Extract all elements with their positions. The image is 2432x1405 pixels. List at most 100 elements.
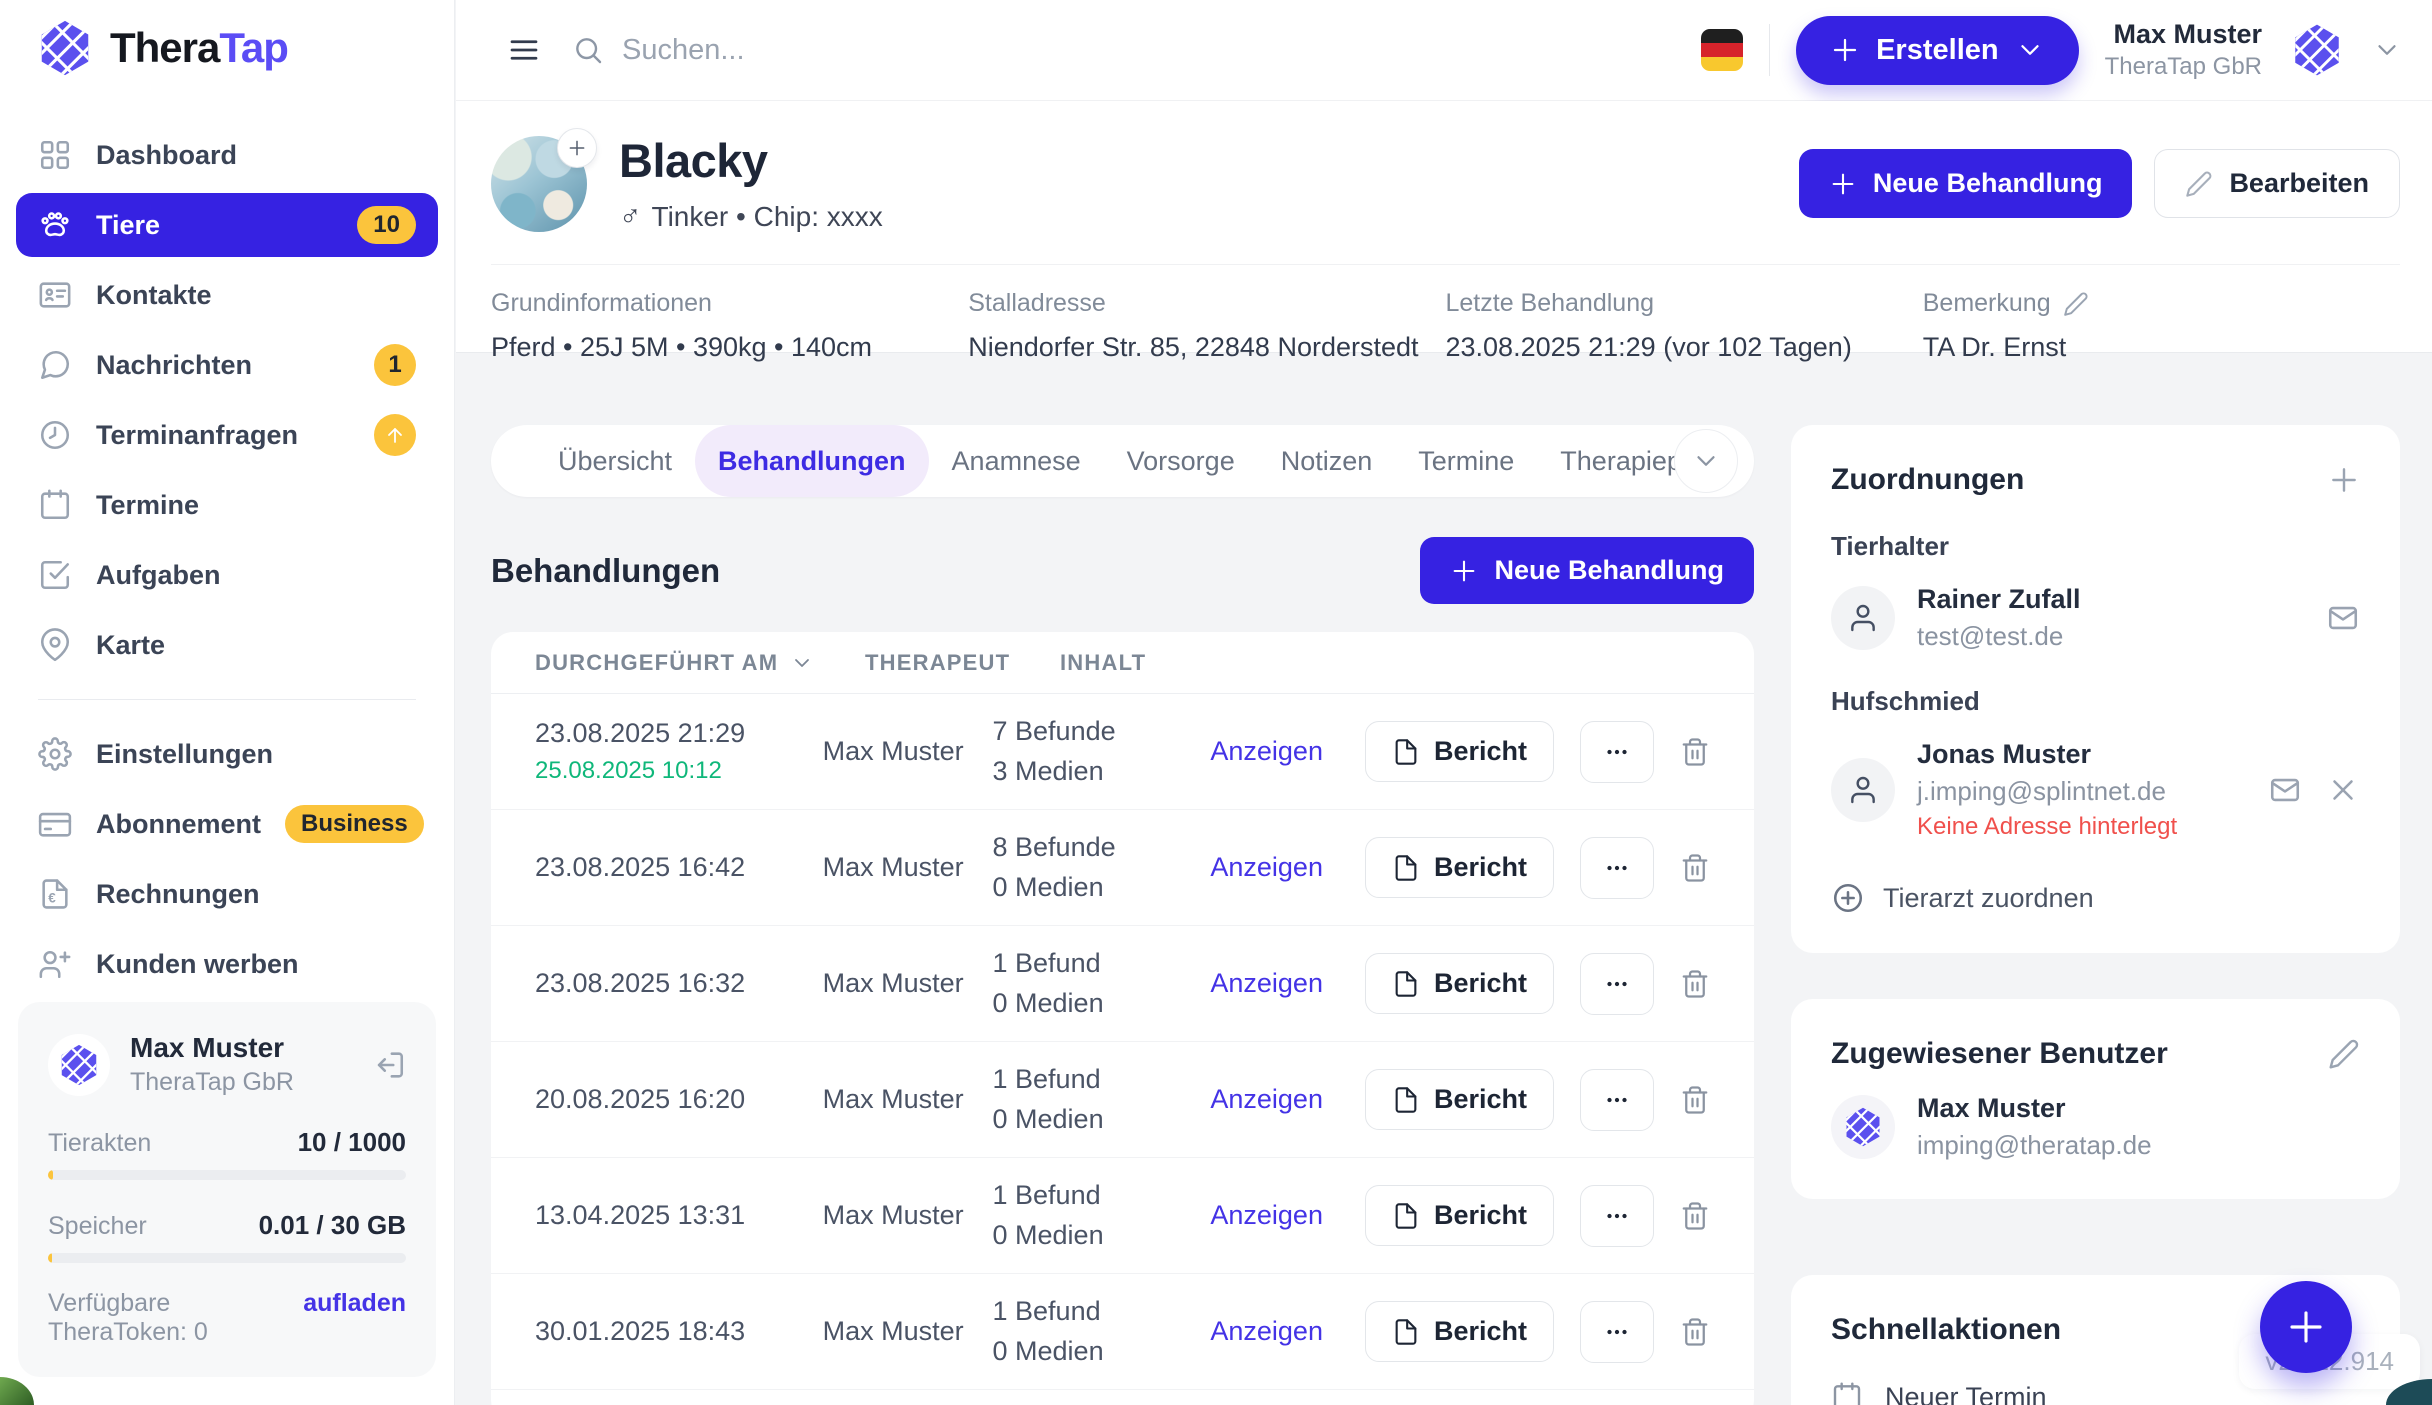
more-button[interactable] <box>1580 1069 1654 1131</box>
missing-address-warning: Keine Adresse hinterlegt <box>1917 813 2177 841</box>
report-button[interactable]: Bericht <box>1365 953 1554 1014</box>
more-button[interactable] <box>1580 953 1654 1015</box>
language-flag-german[interactable] <box>1701 29 1743 71</box>
tab-notizen[interactable]: Notizen <box>1258 425 1396 497</box>
theratoken-topup-link[interactable]: aufladen <box>303 1289 406 1347</box>
floating-add-button[interactable] <box>2260 1281 2352 1373</box>
file-icon <box>1392 1086 1420 1114</box>
delete-icon[interactable] <box>1680 853 1710 883</box>
sidebar-item-rechnungen[interactable]: Rechnungen <box>16 862 438 926</box>
view-link[interactable]: Anzeigen <box>1210 1084 1323 1115</box>
account-menu[interactable]: Max Muster TheraTap GbR <box>2105 19 2262 81</box>
report-button[interactable]: Bericht <box>1365 1301 1554 1362</box>
sidebar-item-aufgaben[interactable]: Aufgaben <box>16 543 438 607</box>
table-row: 23.08.2025 21:2925.08.2025 10:12 Max Mus… <box>491 694 1754 810</box>
more-button[interactable] <box>1580 1185 1654 1247</box>
sidebar-item-termine[interactable]: Termine <box>16 473 438 537</box>
report-button[interactable]: Bericht <box>1365 721 1554 782</box>
file-icon <box>1392 854 1420 882</box>
more-button[interactable] <box>1580 1301 1654 1363</box>
logout-icon[interactable] <box>372 1048 406 1082</box>
topbar: Erstellen Max Muster TheraTap GbR <box>456 0 2432 101</box>
chevron-down-icon <box>2015 35 2045 65</box>
plus-icon <box>1450 557 1478 585</box>
tab-uebersicht[interactable]: Übersicht <box>535 425 695 497</box>
sidebar-item-abonnement[interactable]: Abonnement Business <box>16 792 438 856</box>
patient-header: Blacky ♂ Tinker • Chip: xxxx Neue Behand… <box>456 101 2432 353</box>
theratap-logo-icon <box>1841 1105 1885 1149</box>
info-grundinformationen: Grundinformationen Pferd • 25J 5M • 390k… <box>491 289 968 363</box>
edit-button[interactable]: Bearbeiten <box>2154 149 2400 218</box>
report-button[interactable]: Bericht <box>1365 1069 1554 1130</box>
new-treatment-button-secondary[interactable]: Neue Behandlung <box>1420 537 1754 604</box>
avatar <box>48 1034 110 1096</box>
view-link[interactable]: Anzeigen <box>1210 852 1323 883</box>
delete-icon[interactable] <box>1680 969 1710 999</box>
sidebar-item-nachrichten[interactable]: Nachrichten 1 <box>16 333 438 397</box>
sidebar-item-tiere[interactable]: Tiere 10 <box>16 193 438 257</box>
edit-assigned-user-button[interactable] <box>2328 1038 2360 1070</box>
ellipsis-icon <box>1602 1201 1632 1231</box>
search-input[interactable] <box>622 34 1222 67</box>
plus-circle-icon <box>1831 881 1865 915</box>
add-assignment-button[interactable] <box>2328 464 2360 496</box>
file-icon <box>1392 738 1420 766</box>
tab-vorsorge[interactable]: Vorsorge <box>1104 425 1258 497</box>
sidebar-item-einstellungen[interactable]: Einstellungen <box>16 722 438 786</box>
treatments-table: DURCHGEFÜHRT AM THERAPEUT INHALT 23.08.2… <box>491 632 1754 1405</box>
sidebar-item-dashboard[interactable]: Dashboard <box>16 123 438 187</box>
user-name: Max Muster <box>130 1032 294 1064</box>
tab-anamnese[interactable]: Anamnese <box>929 425 1104 497</box>
mail-icon[interactable] <box>2326 601 2360 635</box>
delete-icon[interactable] <box>1680 737 1710 767</box>
hamburger-menu-icon[interactable] <box>506 32 542 68</box>
messages-count-badge: 1 <box>374 344 416 386</box>
sidebar-item-terminanfragen[interactable]: Terminanfragen <box>16 403 438 467</box>
chevron-down-icon[interactable] <box>2372 35 2402 65</box>
tab-termine[interactable]: Termine <box>1395 425 1537 497</box>
report-button[interactable]: Bericht <box>1365 1185 1554 1246</box>
assigned-user-title: Zugewiesener Benutzer <box>1831 1037 2168 1071</box>
clock-icon <box>38 418 72 452</box>
create-button[interactable]: Erstellen <box>1796 16 2079 85</box>
tabs-overflow-button[interactable] <box>1674 429 1738 493</box>
brand-logo[interactable]: TheraTap <box>0 0 454 95</box>
patient-avatar <box>491 136 587 232</box>
more-button[interactable] <box>1580 721 1654 783</box>
tab-behandlungen[interactable]: Behandlungen <box>695 425 929 497</box>
delete-icon[interactable] <box>1680 1201 1710 1231</box>
add-photo-button[interactable] <box>557 128 597 168</box>
column-content: INHALT <box>1060 650 1310 676</box>
table-row: 23.08.2025 16:32 Max Muster 1 Befund0 Me… <box>491 926 1754 1042</box>
view-link[interactable]: Anzeigen <box>1210 968 1323 999</box>
sidebar-nav: Dashboard Tiere 10 Kontakte Nachrichten … <box>0 95 454 1002</box>
user-icon <box>1847 774 1879 806</box>
pencil-icon[interactable] <box>2063 291 2089 317</box>
new-treatment-button[interactable]: Neue Behandlung <box>1799 149 2133 218</box>
avatar <box>1831 1095 1895 1159</box>
sidebar: TheraTap Dashboard Tiere 10 Kontakte Nac… <box>0 0 455 1405</box>
account-avatar[interactable] <box>2288 21 2346 79</box>
assign-vet-button[interactable]: Tierarzt zuordnen <box>1831 881 2360 915</box>
plus-icon <box>1829 170 1857 198</box>
speicher-label: Speicher <box>48 1212 147 1241</box>
column-performed-at[interactable]: DURCHGEFÜHRT AM <box>535 650 865 676</box>
view-link[interactable]: Anzeigen <box>1210 736 1323 767</box>
sidebar-item-kunden-werben[interactable]: Kunden werben <box>16 932 438 996</box>
remove-icon[interactable] <box>2326 773 2360 807</box>
mail-icon[interactable] <box>2268 773 2302 807</box>
more-button[interactable] <box>1580 837 1654 899</box>
contact-card-icon <box>38 278 72 312</box>
view-link[interactable]: Anzeigen <box>1210 1200 1323 1231</box>
report-button[interactable]: Bericht <box>1365 837 1554 898</box>
delete-icon[interactable] <box>1680 1317 1710 1347</box>
tierakten-label: Tierakten <box>48 1129 151 1158</box>
info-bemerkung: Bemerkung TA Dr. Ernst <box>1923 289 2400 363</box>
delete-icon[interactable] <box>1680 1085 1710 1115</box>
sidebar-item-karte[interactable]: Karte <box>16 613 438 677</box>
plus-icon <box>2328 464 2360 496</box>
sidebar-item-kontakte[interactable]: Kontakte <box>16 263 438 327</box>
view-link[interactable]: Anzeigen <box>1210 1316 1323 1347</box>
patient-meta: ♂ Tinker • Chip: xxxx <box>619 200 883 234</box>
plan-badge: Business <box>285 805 424 843</box>
